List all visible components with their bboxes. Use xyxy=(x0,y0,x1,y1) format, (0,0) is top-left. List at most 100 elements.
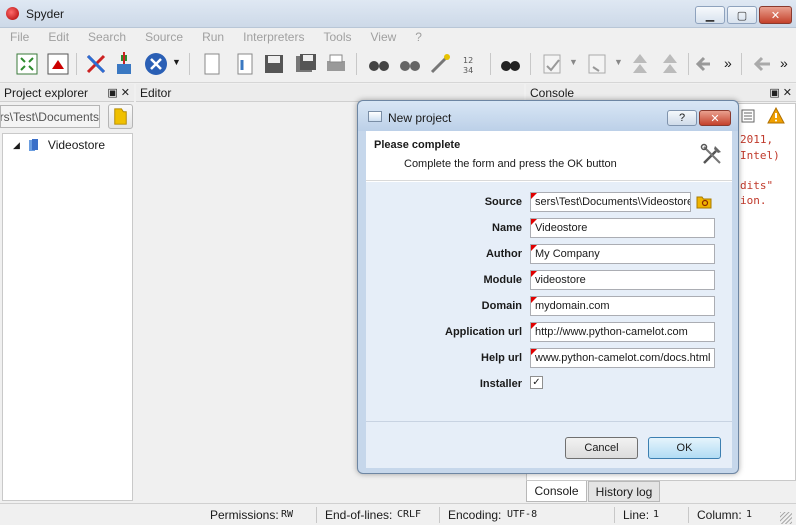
installer-label: Installer xyxy=(479,378,522,390)
tree-item-videostore[interactable]: ◢ Videostore xyxy=(13,137,105,153)
dialog-subheading: Complete the form and press the OK butto… xyxy=(404,158,617,170)
find-next-icon[interactable] xyxy=(398,52,422,76)
pane-controls: ▣ ✕ xyxy=(107,86,130,99)
dialog-body: Please complete Complete the form and pr… xyxy=(366,131,732,468)
module-label: Module xyxy=(483,274,523,286)
line-value: 1 xyxy=(653,509,660,520)
editor-title: Editor xyxy=(140,85,172,100)
replace-icon[interactable] xyxy=(428,52,452,76)
name-label: Name xyxy=(492,222,522,234)
save-icon[interactable] xyxy=(262,52,286,76)
line-label: Line: xyxy=(623,508,650,522)
open-file-icon[interactable] xyxy=(233,52,257,76)
console-options-icon[interactable] xyxy=(741,108,757,124)
find-icon[interactable] xyxy=(367,52,391,76)
ok-button[interactable]: OK xyxy=(648,437,721,459)
menu-interpreters[interactable]: Interpreters xyxy=(243,30,304,44)
indent-dropdown-icon[interactable]: ▼ xyxy=(614,57,623,67)
minimize-button[interactable]: ▁ xyxy=(695,6,725,24)
tree-collapse-icon[interactable]: ◢ xyxy=(13,140,20,151)
eol-label: End-of-lines: xyxy=(325,508,393,522)
comment-icon[interactable] xyxy=(541,52,565,76)
menu-view[interactable]: View xyxy=(370,30,396,44)
comment-dropdown-icon[interactable]: ▼ xyxy=(569,57,578,67)
installer-checkbox[interactable]: ✓ xyxy=(530,376,543,389)
dialog-titlebar: New project ? ✕ xyxy=(358,101,738,131)
menu-tools[interactable]: Tools xyxy=(323,30,351,44)
svg-text:34: 34 xyxy=(463,66,473,75)
console-line: dits" xyxy=(740,179,774,192)
tab-history-log[interactable]: History log xyxy=(588,481,660,502)
undock-icon[interactable]: ▣ xyxy=(769,87,779,99)
help-url-label: Help url xyxy=(481,352,522,364)
dialog-header: Please complete Complete the form and pr… xyxy=(366,131,732,181)
project-explorer-title: Project explorer xyxy=(4,85,89,100)
project-path-input[interactable]: sers\Test\Documents xyxy=(0,105,100,128)
find-in-files-icon[interactable] xyxy=(498,52,522,76)
encoding-value: UTF-8 xyxy=(507,509,538,520)
toolbar-overflow-button[interactable]: » xyxy=(724,55,732,71)
menu-run[interactable]: Run xyxy=(202,30,224,44)
name-field[interactable]: Videostore xyxy=(530,218,715,238)
permissions-label: Permissions: xyxy=(210,508,279,522)
previous-warning-icon[interactable] xyxy=(628,52,652,76)
folder-icon xyxy=(114,108,127,125)
project-form: Source sers\Test\Documents\Videostore Na… xyxy=(366,182,732,421)
domain-field[interactable]: mydomain.com xyxy=(530,296,715,316)
project-folder-icon xyxy=(28,139,38,151)
author-field[interactable]: My Company xyxy=(530,244,715,264)
toolbar-overflow-button-2[interactable]: » xyxy=(780,55,788,71)
pane-close-icon[interactable]: ✕ xyxy=(783,87,792,99)
python-path-icon[interactable] xyxy=(113,52,137,76)
tab-console[interactable]: Console xyxy=(526,481,587,502)
pane-close-icon[interactable]: ✕ xyxy=(121,87,130,99)
menu-search[interactable]: Search xyxy=(88,30,126,44)
svg-text:12: 12 xyxy=(463,56,473,65)
resize-grip[interactable] xyxy=(780,512,792,524)
spyder-app-icon xyxy=(6,7,19,20)
preferences-dropdown-icon[interactable]: ▼ xyxy=(172,57,181,67)
last-edit-icon[interactable] xyxy=(694,52,718,76)
browse-folder-button[interactable] xyxy=(108,104,133,129)
browse-folder-icon[interactable] xyxy=(696,194,712,209)
new-file-icon[interactable] xyxy=(200,52,224,76)
console-line: 2011, xyxy=(740,133,774,146)
warning-icon xyxy=(767,107,785,124)
application-url-field[interactable]: http://www.python-camelot.com xyxy=(530,322,715,342)
preferences-icon[interactable] xyxy=(144,52,168,76)
menu-edit[interactable]: Edit xyxy=(48,30,69,44)
next-warning-icon[interactable] xyxy=(658,52,682,76)
dialog-close-button[interactable]: ✕ xyxy=(699,110,731,126)
pane-controls: ▣ ✕ xyxy=(769,86,792,99)
column-value: 1 xyxy=(746,509,753,520)
source-field[interactable]: sers\Test\Documents\Videostore xyxy=(530,192,691,212)
goto-line-icon[interactable]: 1234 xyxy=(460,52,484,76)
undock-icon[interactable]: ▣ xyxy=(107,87,117,99)
print-icon[interactable] xyxy=(324,52,348,76)
menu-source[interactable]: Source xyxy=(145,30,183,44)
maximize-button[interactable]: ▢ xyxy=(727,6,757,24)
main-toolbar: ▼ 12 34 ▼ ▼ » » xyxy=(0,47,796,83)
window-title: Spyder xyxy=(26,7,65,21)
help-url-field[interactable]: www.python-camelot.com/docs.html xyxy=(530,348,715,368)
menu-file[interactable]: File xyxy=(10,30,29,44)
console-tabs: Console History log xyxy=(526,481,796,502)
menu-help[interactable]: ? xyxy=(415,30,422,44)
dialog-title: New project xyxy=(388,111,452,125)
dialog-window-icon xyxy=(368,111,382,122)
dialog-footer: Cancel OK xyxy=(366,421,732,468)
dialog-help-button[interactable]: ? xyxy=(667,110,697,126)
save-all-icon[interactable] xyxy=(294,52,318,76)
back-arrow-icon[interactable] xyxy=(750,52,774,76)
window-titlebar: Spyder ▁ ▢ ✕ xyxy=(0,0,796,28)
indent-icon[interactable] xyxy=(586,52,610,76)
project-tree[interactable]: ◢ Videostore xyxy=(2,133,133,501)
console-line: Intel) xyxy=(740,149,780,162)
window-close-button[interactable]: ✕ xyxy=(759,6,792,24)
tools-icon[interactable] xyxy=(84,52,108,76)
maximize-pane-icon[interactable] xyxy=(15,52,39,76)
source-label: Source xyxy=(484,196,522,208)
cancel-button[interactable]: Cancel xyxy=(565,437,638,459)
module-field[interactable]: videostore xyxy=(530,270,715,290)
close-pane-icon[interactable] xyxy=(46,52,70,76)
